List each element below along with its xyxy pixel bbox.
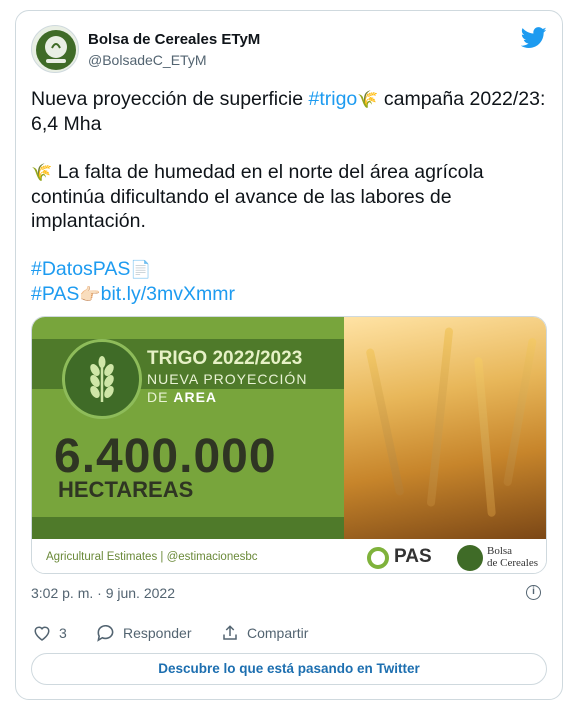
share-button[interactable]: Compartir (221, 624, 308, 642)
reply-button[interactable]: Responder (96, 624, 192, 642)
reply-bubble-icon (97, 624, 114, 642)
tweet-link[interactable]: bit.ly/3mvXmmr (101, 283, 235, 305)
hashtag-pas[interactable]: #PAS (31, 283, 79, 305)
bolsa-line1: Bolsa (487, 545, 513, 557)
tweet-actions: 3 Responder Compartir (31, 624, 551, 644)
subtitle-bold: AREA (173, 389, 218, 405)
infographic-panel: TRIGO 2022/2023 NUEVA PROYECCIÓN DE AREA… (32, 317, 344, 539)
hectares-unit: HECTAREAS (58, 477, 194, 502)
tweet-paragraph-3: #DatosPAS📄 #PAS👉🏻bit.ly/3mvXmmr (31, 257, 551, 307)
tweet-card: Bolsa de Cereales ETyM @BolsadeC_ETyM Nu… (15, 10, 563, 700)
infographic-title: TRIGO 2022/2023 (147, 348, 303, 369)
heart-icon (34, 626, 50, 641)
bolsa-logo-text: Bolsa de Cereales (487, 545, 538, 569)
avatar-logo-icon (36, 30, 76, 70)
tweet-timestamp[interactable]: 3:02 p. m. · 9 jun. 2022 (31, 585, 175, 601)
bolsa-logo-icon (457, 545, 483, 571)
pas-logo-text: PAS (394, 546, 432, 567)
hashtag-datospas[interactable]: #DatosPAS (31, 258, 130, 280)
bolsa-line2: de Cereales (487, 557, 538, 569)
text-line1: Nueva proyección de superficie (31, 88, 309, 110)
author-name[interactable]: Bolsa de Cereales ETyM (88, 31, 260, 48)
likes-count: 3 (59, 624, 67, 641)
pas-logo-icon (367, 547, 389, 569)
wheat-emoji-icon: 🌾 (357, 90, 379, 109)
footer-credit: Agricultural Estimates | @estimacionesbc (46, 551, 258, 563)
avatar[interactable] (31, 25, 79, 73)
infographic-footer: Agricultural Estimates | @estimacionesbc… (32, 539, 546, 573)
wheat-logo (62, 339, 142, 419)
wheat-emoji-icon: 🌾 (31, 163, 53, 182)
tweet-text: Nueva proyección de superficie #trigo🌾 c… (31, 87, 551, 307)
twitter-bird-icon[interactable] (521, 27, 547, 49)
hashtag-trigo[interactable]: #trigo (309, 88, 358, 110)
share-label: Compartir (247, 625, 309, 641)
tweet-image[interactable]: TRIGO 2022/2023 NUEVA PROYECCIÓN DE AREA… (31, 316, 547, 574)
share-icon (223, 625, 237, 640)
tweet-paragraph-1: Nueva proyección de superficie #trigo🌾 c… (31, 87, 551, 136)
reply-label: Responder (123, 625, 192, 641)
pointing-hand-emoji-icon: 👉🏻 (79, 285, 101, 304)
discover-twitter-button[interactable]: Descubre lo que está pasando en Twitter (31, 653, 547, 685)
info-icon[interactable]: i (526, 585, 541, 600)
like-button[interactable]: 3 (33, 624, 67, 641)
author-handle[interactable]: @BolsadeC_ETyM (88, 52, 206, 68)
wheat-photo (341, 317, 546, 539)
subtitle-prefix: DE (147, 389, 174, 405)
tweet-paragraph-2: 🌾 La falta de humedad en el norte del ár… (31, 160, 551, 233)
wheat-icon (90, 356, 114, 402)
document-emoji-icon: 📄 (130, 260, 152, 279)
text-para2: La falta de humedad en el norte del área… (31, 161, 484, 232)
hectares-figure: 6.400.000 (54, 430, 277, 483)
infographic-subtitle-1: NUEVA PROYECCIÓN (147, 371, 308, 387)
infographic-subtitle-2: DE AREA (147, 389, 217, 405)
panel-bottom-band (32, 517, 344, 539)
